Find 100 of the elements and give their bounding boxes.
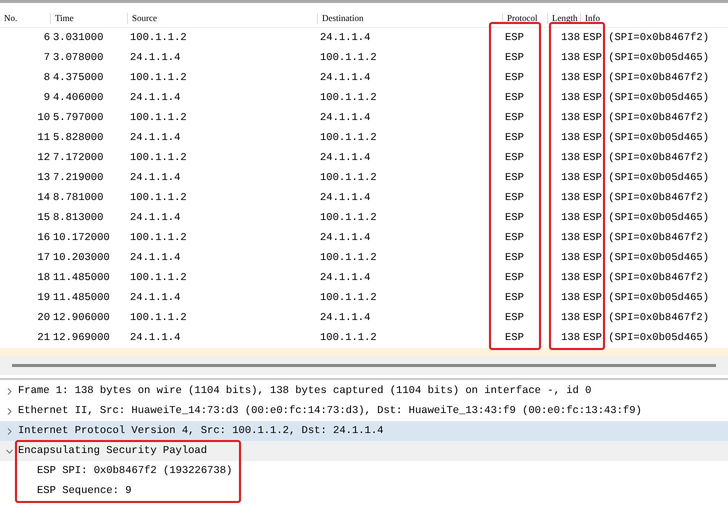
- tree-item[interactable]: Ethernet II, Src: HuaweiTe_14:73:d3 (00:e0:fc:14:73:d3), Dst: HuaweiTe_13:43:f9 (00:e0:fc:13:43:f9): [0, 401, 728, 421]
- column-header[interactable]: Source: [127, 13, 317, 24]
- table-cell-text: ESP (SPI=0x0b8467f2): [582, 112, 710, 124]
- table-cell-text: 138: [560, 112, 580, 124]
- tree-item[interactable]: ESP SPI: 0x0b8467f2 (193226738): [0, 461, 728, 481]
- table-cell-text: 4.375000: [52, 72, 104, 84]
- table-cell-text: 24.1.1.4: [129, 92, 182, 104]
- table-cell-text: 100.1.1.2: [319, 52, 378, 64]
- table-cell-text: 24.1.1.4: [319, 112, 372, 124]
- table-cell-text: 24.1.1.4: [319, 192, 372, 204]
- table-cell-text: 138: [560, 72, 580, 84]
- table-cell-text: ESP: [504, 132, 525, 144]
- table-cell-text: 100.1.1.2: [319, 172, 378, 184]
- table-cell-text: 100.1.1.2: [129, 112, 188, 124]
- table-cell-text: ESP: [504, 312, 525, 324]
- table-cell-text: 24.1.1.4: [319, 232, 372, 244]
- table-cell-text: 100.1.1.2: [129, 312, 188, 324]
- column-header[interactable]: Time: [50, 13, 127, 24]
- table-cell-text: ESP: [504, 172, 525, 184]
- column-header[interactable]: Destination: [317, 13, 502, 24]
- column-header[interactable]: Length: [547, 13, 580, 24]
- table-cell-text: 24.1.1.4: [129, 332, 182, 344]
- table-cell-text: 138: [560, 132, 580, 144]
- table-cell-text: 3.031000: [52, 32, 104, 44]
- table-cell-text: 100.1.1.2: [129, 72, 188, 84]
- table-cell-text: ESP (SPI=0x0b05d465): [582, 132, 710, 144]
- table-cell-text: ESP: [504, 92, 525, 104]
- table-cell-text: ESP (SPI=0x0b05d465): [582, 252, 710, 264]
- table-cell-text: 100.1.1.2: [129, 272, 188, 284]
- table-cell-text: 12: [36, 152, 50, 164]
- column-header[interactable]: No.: [0, 13, 50, 24]
- table-cell-text: 8.781000: [52, 192, 104, 204]
- tree-item[interactable]: Encapsulating Security Payload: [0, 441, 728, 461]
- table-cell-text: 10.172000: [52, 232, 111, 244]
- table-cell-text: 100.1.1.2: [129, 192, 188, 204]
- table-cell-text: 10.203000: [52, 252, 111, 264]
- table-cell-text: 138: [560, 32, 580, 44]
- table-cell-text: 24.1.1.4: [129, 172, 182, 184]
- table-cell-text: ESP (SPI=0x0b05d465): [582, 332, 710, 344]
- table-cell-text: 7.219000: [52, 172, 104, 184]
- table-cell-text: ESP: [504, 272, 525, 284]
- table-cell-text: 11.485000: [52, 292, 111, 304]
- table-cell-text: 24.1.1.4: [129, 252, 182, 264]
- table-cell-text: 18: [36, 272, 50, 284]
- table-cell-text: ESP (SPI=0x0b05d465): [582, 292, 710, 304]
- table-cell-text: ESP: [504, 232, 525, 244]
- table-cell-text: ESP: [504, 52, 525, 64]
- table-cell-text: 138: [560, 332, 580, 344]
- table-cell-text: 11: [36, 132, 50, 144]
- table-cell-text: ESP (SPI=0x0b8467f2): [582, 272, 710, 284]
- table-cell-text: ESP: [504, 72, 525, 84]
- table-cell-text: 3.078000: [52, 52, 104, 64]
- table-cell-text: 16: [36, 232, 50, 244]
- table-cell-text: 24.1.1.4: [129, 212, 182, 224]
- table-cell-text: 24.1.1.4: [129, 52, 182, 64]
- table-cell-text: 20: [36, 312, 50, 324]
- table-cell-text: 19: [36, 292, 50, 304]
- table-cell-text: 24.1.1.4: [319, 32, 372, 44]
- table-cell-text: 138: [560, 92, 580, 104]
- table-cell-text: ESP (SPI=0x0b05d465): [582, 52, 710, 64]
- table-cell-text: 24.1.1.4: [319, 152, 372, 164]
- tree-item[interactable]: Internet Protocol Version 4, Src: 100.1.1.2, Dst: 24.1.1.4: [0, 421, 728, 441]
- table-cell-text: 13: [36, 172, 50, 184]
- table-cell-text: 8.813000: [52, 212, 104, 224]
- table-cell-text: 138: [560, 232, 580, 244]
- table-cell-text: 100.1.1.2: [319, 332, 378, 344]
- tree-item[interactable]: ESP Sequence: 9: [0, 481, 728, 501]
- table-cell-text: 138: [560, 272, 580, 284]
- table-cell-text: ESP: [504, 192, 525, 204]
- table-cell-text: 5.797000: [52, 112, 104, 124]
- table-cell-text: 7: [42, 52, 50, 64]
- table-cell-text: 138: [560, 292, 580, 304]
- table-cell-text: 138: [560, 192, 580, 204]
- table-cell-text: ESP (SPI=0x0b8467f2): [582, 312, 710, 324]
- table-cell-text: 100.1.1.2: [319, 252, 378, 264]
- table-cell-text: 7.172000: [52, 152, 104, 164]
- table-cell-text: 8: [42, 72, 50, 84]
- table-cell-text: 100.1.1.2: [319, 92, 378, 104]
- table-cell-text: 138: [560, 212, 580, 224]
- table-cell-text: 9: [42, 92, 50, 104]
- table-cell-text: ESP: [504, 32, 525, 44]
- table-cell-text: 100.1.1.2: [319, 212, 378, 224]
- table-cell-text: 100.1.1.2: [129, 32, 188, 44]
- table-cell-text: 138: [560, 172, 580, 184]
- column-header[interactable]: Info: [580, 13, 728, 24]
- table-cell-text: 17: [36, 252, 50, 264]
- table-cell-text: 21: [36, 332, 50, 344]
- table-cell-text: 138: [560, 152, 580, 164]
- table-cell-text: 24.1.1.4: [129, 292, 182, 304]
- table-cell-text: 100.1.1.2: [129, 232, 188, 244]
- table-cell-text: ESP (SPI=0x0b8467f2): [582, 32, 710, 44]
- table-cell-text: 4.406000: [52, 92, 104, 104]
- table-cell-text: 24.1.1.4: [319, 72, 372, 84]
- table-cell-text: ESP (SPI=0x0b8467f2): [582, 72, 710, 84]
- table-cell-text: 11.485000: [52, 272, 111, 284]
- table-cell-text: 138: [560, 52, 580, 64]
- table-cell-text: 10: [36, 112, 50, 124]
- tree-item[interactable]: Frame 1: 138 bytes on wire (1104 bits), 138 bytes captured (1104 bits) on interface -, id 0: [0, 381, 728, 401]
- table-cell-text: ESP (SPI=0x0b8467f2): [582, 232, 710, 244]
- column-header[interactable]: Protocol: [502, 13, 547, 24]
